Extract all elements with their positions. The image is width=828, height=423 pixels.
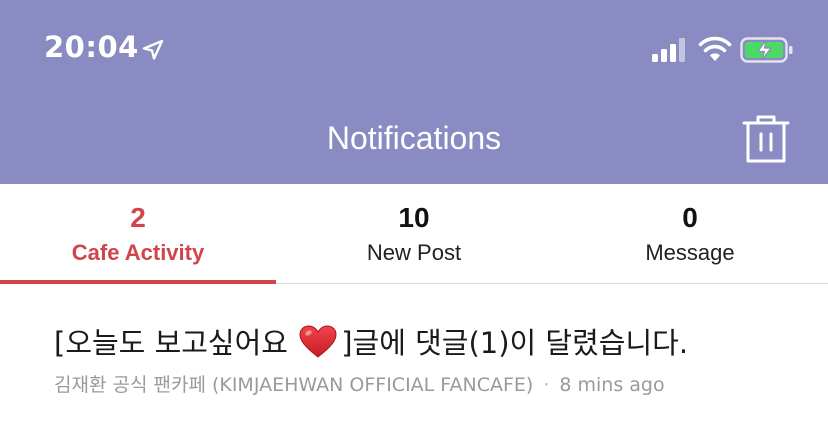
location-arrow-icon <box>142 39 164 60</box>
notification-source: 김재환 공식 팬카페 (KIMJAEHWAN OFFICIAL FANCAFE) <box>54 374 534 396</box>
delete-all-button[interactable] <box>738 112 794 168</box>
tab-count: 2 <box>130 202 146 233</box>
tab-label: Cafe Activity <box>71 240 205 265</box>
meta-separator: · <box>543 374 550 396</box>
tab-count: 0 <box>682 202 698 233</box>
tab-label: New Post <box>366 240 462 265</box>
tab-count: 10 <box>398 202 430 233</box>
trash-icon <box>742 115 790 163</box>
tab-cafe-activity[interactable]: 2 Cafe Activity <box>0 184 276 284</box>
status-bar: 20:04 <box>0 0 828 100</box>
tab-message[interactable]: 0 Message <box>552 184 828 283</box>
notifications-screen: 20:04 Notifications 2 Cafe Activity 10 N… <box>0 0 828 423</box>
wifi-icon <box>698 36 732 61</box>
notification-item[interactable]: [오늘도 보고싶어요 ]글에 댓글(1)이 달렸습니다. 김재환 공식 팬카페 … <box>0 284 828 423</box>
heart-icon <box>299 325 337 358</box>
status-time: 20:04 <box>44 30 139 64</box>
cellular-signal-icon <box>652 38 685 62</box>
tab-bar: 2 Cafe Activity 10 New Post 0 Message <box>0 184 828 284</box>
notification-text-suffix: ]글에 댓글(1)이 달렸습니다. <box>341 326 689 360</box>
notification-message: [오늘도 보고싶어요 ]글에 댓글(1)이 달렸습니다. <box>54 320 688 362</box>
tab-new-post[interactable]: 10 New Post <box>276 184 552 283</box>
header-bar: 20:04 Notifications <box>0 0 828 184</box>
battery-charging-icon <box>740 37 793 63</box>
notification-time: 8 mins ago <box>559 374 665 396</box>
notification-meta: 김재환 공식 팬카페 (KIMJAEHWAN OFFICIAL FANCAFE)… <box>54 370 665 397</box>
tab-label: Message <box>645 240 735 265</box>
page-title: Notifications <box>326 120 502 156</box>
notification-text-prefix: [오늘도 보고싶어요 <box>54 326 288 360</box>
